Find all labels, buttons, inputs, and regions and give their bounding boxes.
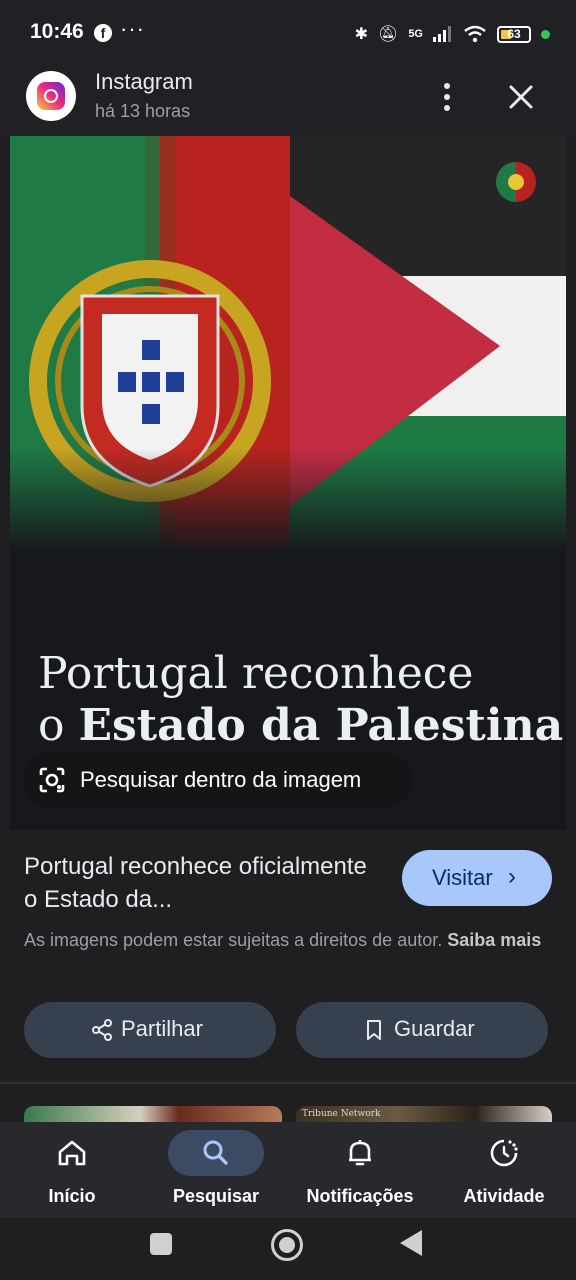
facebook-notification-icon: f	[94, 24, 112, 42]
image-headline: Portugal reconhece o Estado da Palestina	[38, 648, 563, 752]
copyright-text: As imagens podem estar sujeitas a direit…	[24, 930, 443, 950]
nav-activity[interactable]: Atividade	[432, 1122, 576, 1218]
thumbnail-watermark: Tribune Network	[302, 1109, 381, 1119]
visit-label: Visitar	[432, 865, 493, 890]
signal-icon	[433, 26, 451, 42]
recent-apps-button[interactable]	[150, 1233, 172, 1255]
divider	[0, 1082, 576, 1084]
share-icon	[92, 1019, 112, 1041]
bluetooth-icon: ✱	[354, 26, 368, 43]
visit-button[interactable]: Visitar ›	[402, 850, 552, 906]
headline-line-1: Portugal reconhece	[38, 648, 474, 699]
system-navigation-bar	[0, 1218, 576, 1280]
bell-icon	[349, 1140, 371, 1166]
mute-icon: 🔕︎	[378, 26, 399, 43]
headline-line-2: o Estado da Palestina	[38, 700, 563, 752]
home-button[interactable]	[271, 1229, 303, 1261]
back-button[interactable]	[400, 1230, 422, 1256]
result-image[interactable]: Portugal reconhece o Estado da Palestina	[10, 136, 566, 830]
battery-icon: 63	[497, 25, 531, 43]
nav-search[interactable]: Pesquisar	[144, 1122, 288, 1218]
lens-camera-icon	[39, 767, 65, 793]
bookmark-icon	[367, 1020, 381, 1040]
lens-label: Pesquisar dentro da imagem	[80, 767, 362, 792]
headline-prefix: o	[38, 700, 79, 751]
chevron-right-icon: ›	[508, 863, 516, 890]
nav-home-label: Início	[48, 1186, 96, 1206]
nav-home[interactable]: Início	[0, 1122, 144, 1218]
search-inside-image-button[interactable]: Pesquisar dentro da imagem	[24, 752, 412, 808]
instagram-logo-icon	[26, 71, 76, 121]
activity-icon	[490, 1139, 518, 1167]
nav-notifications[interactable]: Notificações	[288, 1122, 432, 1218]
status-icons: ✱ 🔕︎ 5G 63	[355, 22, 550, 46]
more-options-icon[interactable]	[434, 80, 460, 114]
copyright-notice: As imagens podem estar sujeitas a direit…	[24, 926, 544, 954]
nav-activity-label: Atividade	[463, 1186, 545, 1206]
network-type: 5G	[408, 28, 423, 40]
share-label: Partilhar	[121, 1016, 203, 1041]
home-icon	[58, 1140, 86, 1166]
learn-more-link[interactable]: Saiba mais	[447, 930, 541, 950]
source-header: Instagram há 13 horas	[0, 64, 576, 136]
nav-notifications-label: Notificações	[306, 1186, 414, 1206]
share-button[interactable]: Partilhar	[24, 1002, 276, 1058]
privacy-indicator	[541, 29, 550, 39]
battery-level: 63	[507, 26, 521, 41]
nav-search-label: Pesquisar	[172, 1186, 260, 1206]
more-notifications-icon: ···	[120, 16, 145, 41]
save-button[interactable]: Guardar	[296, 1002, 548, 1058]
wifi-icon	[464, 25, 486, 43]
status-time: 10:46	[30, 20, 84, 43]
save-label: Guardar	[394, 1016, 475, 1041]
source-name: Instagram	[95, 69, 193, 94]
close-icon[interactable]	[502, 78, 540, 116]
bottom-navigation: Início Pesquisar Notificações Atividade	[0, 1122, 576, 1218]
source-time: há 13 horas	[95, 101, 191, 121]
search-icon	[203, 1140, 228, 1165]
status-bar: 10:46 f ··· ✱ 🔕︎ 5G 63	[0, 0, 576, 64]
result-title[interactable]: Portugal reconhece oficialmente o Estado…	[24, 850, 384, 916]
headline-bold: Estado da Palestina	[78, 700, 564, 751]
